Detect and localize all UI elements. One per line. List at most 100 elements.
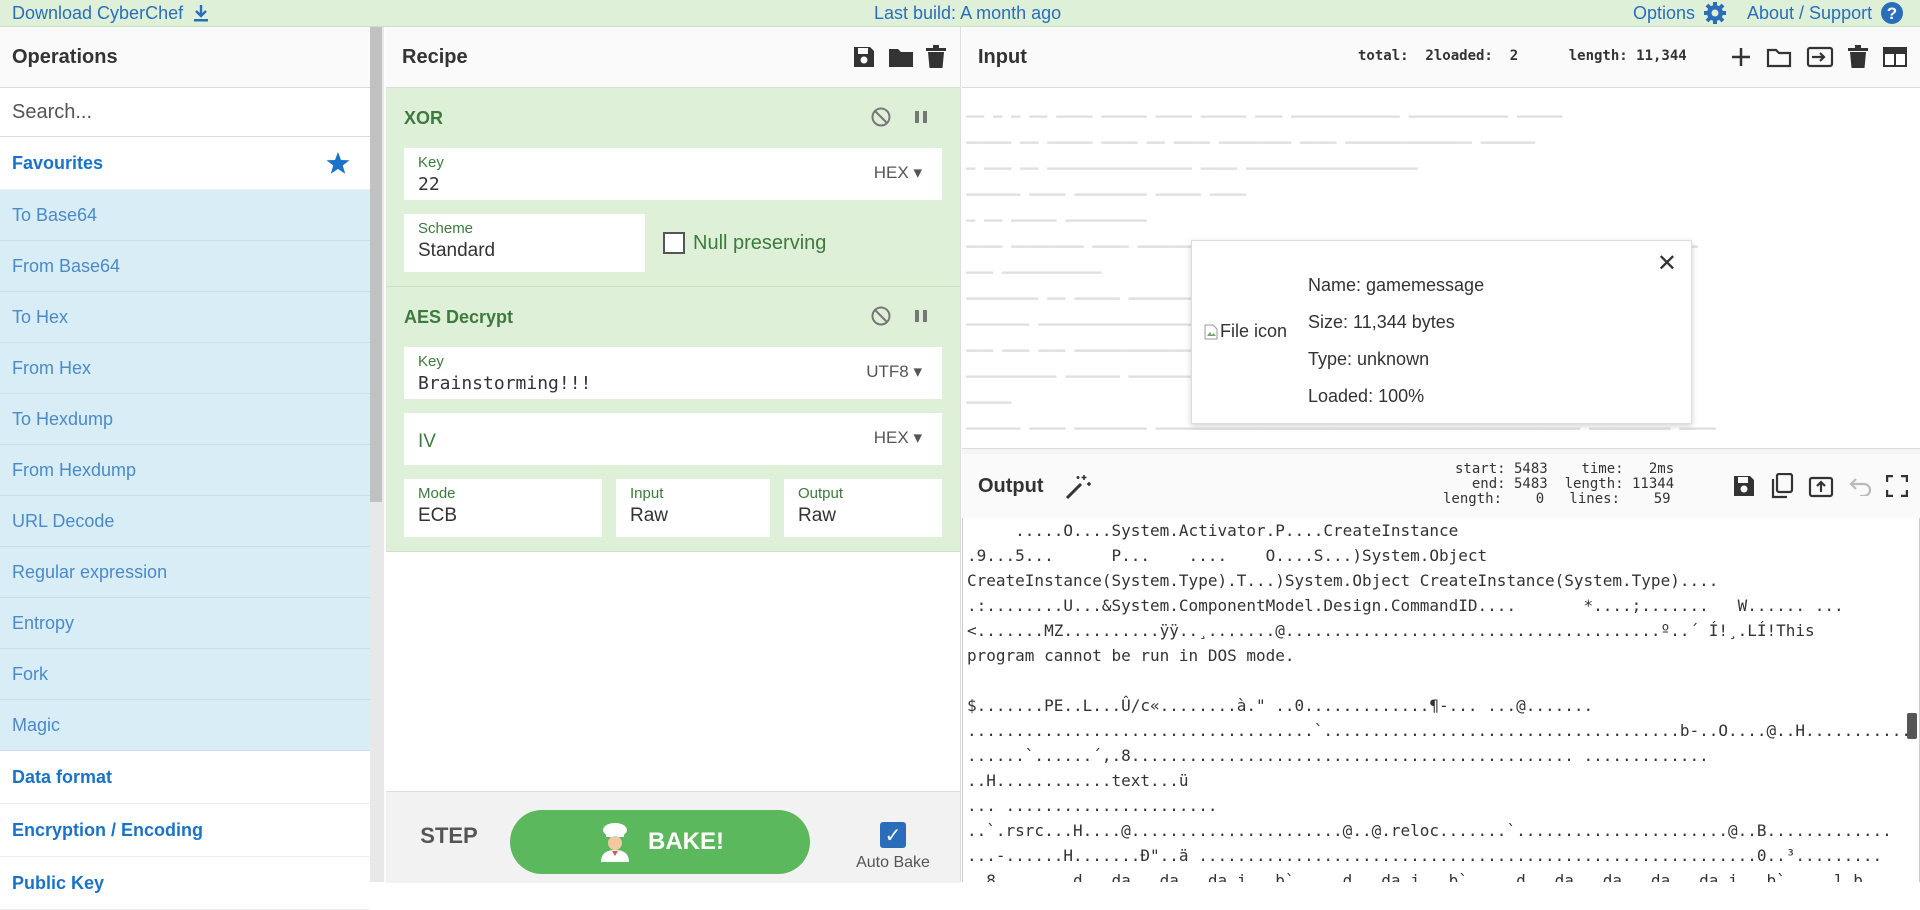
- recipe-title: Recipe: [402, 46, 468, 68]
- output-line: CreateInstance(System.Type).T...)System.…: [967, 571, 1719, 590]
- input-title: Input: [978, 46, 1027, 68]
- clear-input-trash-icon[interactable]: [1848, 45, 1868, 69]
- help-icon: ?: [1880, 1, 1904, 25]
- file-icon: File icon: [1204, 321, 1287, 342]
- output-line: ..`.rsrc...H....@......................@…: [967, 821, 1892, 840]
- xor-scheme-field[interactable]: Scheme Standard: [404, 214, 645, 272]
- maximise-icon[interactable]: [1886, 475, 1908, 497]
- output-title: Output: [978, 475, 1044, 497]
- open-folder-icon[interactable]: [1766, 46, 1792, 68]
- copy-output-icon[interactable]: [1770, 473, 1794, 499]
- about-support-link[interactable]: About / Support ?: [1747, 0, 1904, 26]
- aes-output-field[interactable]: Output Raw: [784, 479, 942, 537]
- xor-scheme-value: Standard: [418, 240, 496, 261]
- category-encryption-encoding[interactable]: Encryption / Encoding: [0, 804, 370, 857]
- output-line: $.......PE..L...Û/c«........à." ..0.....…: [967, 696, 1594, 715]
- step-button[interactable]: STEP: [414, 814, 484, 858]
- open-file-icon[interactable]: [1806, 46, 1834, 68]
- aes-key-field[interactable]: Key Brainstorming!!! UTF8 ▾: [404, 347, 942, 399]
- output-line: ......`......´,.8.......................…: [967, 746, 1709, 765]
- file-type: Type: unknown: [1308, 349, 1430, 369]
- aes-key-value: Brainstorming!!!: [418, 373, 592, 394]
- aes-input-field[interactable]: Input Raw: [616, 479, 770, 537]
- auto-bake-checkbox[interactable]: ✓: [880, 822, 906, 848]
- aes-iv-field[interactable]: IV HEX ▾: [404, 413, 942, 465]
- null-preserving-box[interactable]: [663, 232, 685, 254]
- svg-text:?: ?: [1887, 4, 1897, 23]
- op-to-hexdump[interactable]: To Hexdump: [0, 394, 370, 445]
- aes-iv-format-dropdown[interactable]: HEX ▾: [874, 428, 922, 448]
- input-ghost-line: ▁▁▁▁▁ ▁▁ ▁▁▁▁▁ ▁▁▁▁ ▁▁ ▁▁▁▁ ▁▁▁▁▁▁▁▁ ▁▁▁…: [966, 126, 1535, 144]
- input-stats: total: 2loaded: 2 length: 11,344: [1358, 48, 1687, 64]
- pause-xor-icon[interactable]: [910, 106, 932, 128]
- aes-key-format-dropdown[interactable]: UTF8 ▾: [866, 362, 922, 382]
- disable-aes-icon[interactable]: [870, 305, 892, 327]
- category-data-format[interactable]: Data format: [0, 751, 370, 804]
- op-from-hexdump[interactable]: From Hexdump: [0, 445, 370, 496]
- op-from-base64[interactable]: From Base64: [0, 241, 370, 292]
- input-textarea[interactable]: ▁▁ ▁ ▁ ▁▁ ▁▁▁▁ ▁▁▁▁▁ ▁▁▁▁ ▁▁▁▁▁ ▁▁▁ ▁▁▁▁…: [962, 88, 1920, 448]
- add-input-plus-icon[interactable]: [1730, 46, 1752, 68]
- file-loaded: Loaded: 100%: [1308, 386, 1425, 406]
- op-fork[interactable]: Fork: [0, 649, 370, 700]
- pause-aes-icon[interactable]: [910, 305, 932, 327]
- disable-xor-icon[interactable]: [870, 106, 892, 128]
- op-magic[interactable]: Magic: [0, 700, 370, 751]
- clear-recipe-trash-icon[interactable]: [926, 45, 946, 69]
- xor-key-field[interactable]: Key 22 HEX ▾: [404, 148, 942, 200]
- output-line: .:........U...&System.ComponentModel.Des…: [967, 596, 1844, 615]
- op-to-hex[interactable]: To Hex: [0, 292, 370, 343]
- op-url-decode[interactable]: URL Decode: [0, 496, 370, 547]
- input-header: Input total: 2loaded: 2 length: 11,344: [962, 27, 1920, 88]
- output-line: program cannot be run in DOS mode.: [967, 646, 1295, 665]
- load-recipe-folder-icon[interactable]: [888, 46, 914, 68]
- op-entropy[interactable]: Entropy: [0, 598, 370, 649]
- recipe-op-xor: XOR Key 22 HEX ▾ Scheme Standard Null pr…: [386, 88, 960, 287]
- operations-panel: Operations Favourites To Base64 From Bas…: [0, 27, 370, 910]
- input-ghost-line: ▁▁ ▁▁▁▁▁▁▁▁▁▁▁▁▁▁▁▁▁▁▁▁▁▁▁▁▁▁▁▁▁▁▁▁▁▁▁▁▁…: [966, 438, 1653, 448]
- output-line: ..H............text...ü: [967, 771, 1189, 790]
- layout-tiles-icon[interactable]: [1882, 46, 1908, 68]
- operations-scrollbar[interactable]: [370, 27, 382, 502]
- xor-key-format-dropdown[interactable]: HEX ▾: [874, 163, 922, 183]
- replace-input-icon[interactable]: [1808, 474, 1834, 498]
- operations-search: [0, 88, 370, 137]
- recipe-header: Recipe: [386, 27, 960, 88]
- file-name: Name: gamemessage: [1308, 275, 1485, 295]
- aes-op-name: AES Decrypt: [404, 307, 514, 327]
- output-scrollbar-thumb[interactable]: [1907, 713, 1917, 739]
- op-from-hex[interactable]: From Hex: [0, 343, 370, 394]
- gear-icon: [1703, 1, 1727, 25]
- null-preserving-checkbox[interactable]: Null preserving: [663, 232, 826, 255]
- output-stats-line2: end: 5483 length: 11344: [1455, 476, 1675, 492]
- download-icon: [191, 3, 211, 23]
- aes-mode-field[interactable]: Mode ECB: [404, 479, 602, 537]
- undo-icon[interactable]: [1848, 476, 1872, 496]
- magic-wand-icon[interactable]: [1064, 473, 1092, 501]
- save-output-icon[interactable]: [1732, 474, 1756, 498]
- star-icon[interactable]: [326, 151, 350, 175]
- op-to-base64[interactable]: To Base64: [0, 190, 370, 241]
- aes-input-label: Input: [630, 485, 664, 502]
- save-recipe-icon[interactable]: [852, 45, 876, 69]
- options-link[interactable]: Options: [1633, 0, 1727, 26]
- xor-scheme-label: Scheme: [418, 220, 474, 237]
- close-icon[interactable]: ✕: [1657, 249, 1677, 278]
- recipe-op-aes-decrypt: AES Decrypt Key Brainstorming!!! UTF8 ▾ …: [386, 287, 960, 552]
- bake-button[interactable]: BAKE!: [510, 810, 810, 874]
- options-label: Options: [1633, 3, 1696, 23]
- download-link[interactable]: Download CyberChef: [12, 0, 211, 26]
- auto-bake-toggle[interactable]: ✓ Auto Bake: [848, 822, 938, 872]
- operations-search-input[interactable]: [0, 88, 354, 136]
- about-support-label: About / Support: [1747, 3, 1873, 23]
- output-line: ..8........d...da...da...da.j ..b`.....d…: [967, 871, 1863, 882]
- operations-title: Operations: [0, 27, 370, 88]
- category-public-key[interactable]: Public Key: [0, 857, 370, 910]
- null-preserving-label: Null preserving: [693, 231, 827, 254]
- op-regular-expression[interactable]: Regular expression: [0, 547, 370, 598]
- io-panel: Input total: 2loaded: 2 length: 11,344 ▁…: [962, 27, 1920, 882]
- output-textarea[interactable]: .....O....System.Activator.P....CreateIn…: [962, 518, 1920, 882]
- category-favourites[interactable]: Favourites: [0, 137, 370, 190]
- input-ghost-line: ▁▁ ▁ ▁ ▁▁ ▁▁▁▁ ▁▁▁▁▁ ▁▁▁▁ ▁▁▁▁▁ ▁▁▁ ▁▁▁▁…: [966, 100, 1563, 118]
